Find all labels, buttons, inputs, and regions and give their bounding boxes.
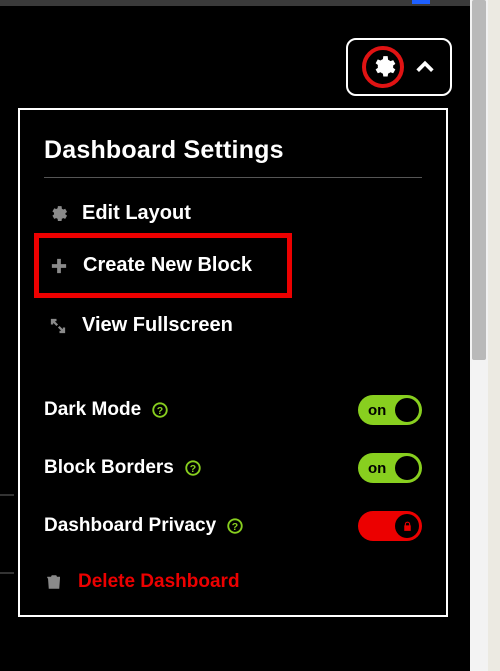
svg-text:?: ?: [190, 463, 196, 475]
menu-edit-layout[interactable]: Edit Layout: [44, 192, 422, 235]
delete-label: Delete Dashboard: [78, 571, 240, 593]
scrollbar-track[interactable]: [470, 0, 488, 671]
annotation-highlight-box: Create New Block: [34, 233, 292, 298]
toggle-row-block-borders: Block Borders ? on: [44, 439, 422, 497]
menu-create-block[interactable]: Create New Block: [45, 240, 287, 291]
chevron-up-icon: [414, 56, 436, 78]
svg-text:?: ?: [157, 405, 163, 417]
gear-icon: [370, 54, 396, 80]
help-icon[interactable]: ?: [151, 401, 169, 419]
help-icon[interactable]: ?: [184, 459, 202, 477]
toggle-label-text: Block Borders: [44, 457, 174, 479]
block-borders-toggle[interactable]: on: [358, 453, 422, 483]
app-viewport: Dashboard Settings Edit Layout Create Ne…: [0, 0, 470, 671]
scrollbar-thumb[interactable]: [472, 0, 486, 360]
toggle-label-text: Dashboard Privacy: [44, 515, 216, 537]
menu-label: Create New Block: [83, 254, 252, 277]
toggle-state-label: on: [368, 402, 386, 419]
toggle-state-label: on: [368, 460, 386, 477]
menu-view-fullscreen[interactable]: View Fullscreen: [44, 304, 422, 347]
settings-panel: Dashboard Settings Edit Layout Create Ne…: [18, 108, 448, 617]
toggle-row-dark-mode: Dark Mode ? on: [44, 381, 422, 439]
toggle-knob: [395, 514, 419, 538]
annotation-circle: [362, 46, 404, 88]
help-icon[interactable]: ?: [226, 517, 244, 535]
panel-title: Dashboard Settings: [44, 136, 422, 178]
dashboard-privacy-toggle[interactable]: [358, 511, 422, 541]
background-stub: [0, 494, 14, 574]
lock-icon: [401, 520, 414, 533]
dark-mode-toggle[interactable]: on: [358, 395, 422, 425]
plus-icon: [49, 257, 69, 275]
menu-label: Edit Layout: [82, 202, 191, 225]
trash-icon: [44, 573, 64, 591]
toggle-knob: [395, 456, 419, 480]
toggle-knob: [395, 398, 419, 422]
svg-text:?: ?: [232, 521, 238, 533]
toggle-row-dashboard-privacy: Dashboard Privacy ?: [44, 497, 422, 555]
toggle-label-text: Dark Mode: [44, 399, 141, 421]
menu-delete-dashboard[interactable]: Delete Dashboard: [44, 555, 422, 593]
expand-icon: [48, 317, 68, 335]
gear-icon: [48, 205, 68, 223]
settings-gear-button[interactable]: [346, 38, 452, 96]
menu-label: View Fullscreen: [82, 314, 233, 337]
